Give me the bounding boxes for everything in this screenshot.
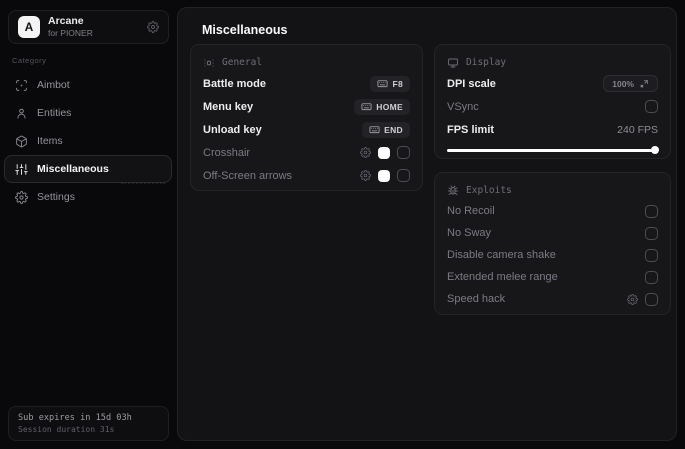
slider-track[interactable] bbox=[447, 148, 658, 152]
no-sway-label: No Sway bbox=[447, 227, 492, 239]
session-duration-text: Session duration 31s bbox=[18, 425, 115, 434]
fps-limit-value: 240 FPS bbox=[617, 123, 658, 136]
disable-camera-shake-checkbox[interactable] bbox=[645, 248, 658, 262]
unload-keybind[interactable]: END bbox=[362, 121, 410, 138]
offscreen-arrows-row: Off-Screen arrows bbox=[203, 164, 410, 187]
vsync-label: VSync bbox=[447, 100, 479, 113]
crosshair-checkbox[interactable] bbox=[397, 146, 410, 159]
sidebar: A Arcane for PIONER Category Aimbot Enti… bbox=[0, 0, 177, 449]
no-recoil-label: No Recoil bbox=[447, 205, 495, 217]
speed-hack-checkbox[interactable] bbox=[645, 292, 658, 306]
entities-icon bbox=[15, 107, 28, 120]
no-recoil-row: No Recoil bbox=[447, 200, 658, 222]
offscreen-checkbox[interactable] bbox=[397, 169, 410, 182]
fps-limit-label: FPS limit bbox=[447, 123, 495, 136]
crosshair-color-swatch[interactable] bbox=[378, 146, 390, 159]
dpi-scale-select[interactable]: 100% bbox=[603, 75, 658, 92]
keyboard-icon bbox=[377, 80, 388, 88]
main-panel: Miscellaneous General Battle mode F8 Men… bbox=[177, 7, 677, 441]
battle-mode-row: Battle mode F8 bbox=[203, 72, 410, 95]
general-card: General Battle mode F8 Menu key HOME Unl… bbox=[190, 44, 423, 191]
offscreen-color-swatch[interactable] bbox=[378, 169, 390, 182]
battle-mode-label: Battle mode bbox=[203, 77, 266, 90]
unload-key-label: Unload key bbox=[203, 123, 262, 136]
page-title: Miscellaneous bbox=[202, 23, 288, 37]
category-label: Category bbox=[12, 56, 47, 65]
no-sway-row: No Sway bbox=[447, 222, 658, 244]
crosshair-row: Crosshair bbox=[203, 141, 410, 164]
extended-melee-range-row: Extended melee range bbox=[447, 266, 658, 288]
dpi-scale-row: DPI scale 100% bbox=[447, 72, 658, 95]
sub-expires-text: Sub expires in 15d 03h bbox=[18, 413, 132, 423]
slider-knob[interactable] bbox=[651, 146, 659, 154]
vsync-checkbox[interactable] bbox=[645, 100, 658, 113]
sidebar-nav: Aimbot Entities Items Miscellaneous Sett… bbox=[4, 71, 172, 211]
monitor-icon bbox=[447, 57, 459, 69]
sidebar-item-label: Settings bbox=[37, 191, 75, 203]
extended-melee-range-checkbox[interactable] bbox=[645, 270, 658, 284]
general-grid-icon bbox=[203, 57, 215, 69]
no-sway-checkbox[interactable] bbox=[645, 226, 658, 240]
sliders-icon bbox=[15, 163, 28, 176]
menu-keybind[interactable]: HOME bbox=[354, 98, 410, 115]
keyboard-icon bbox=[369, 126, 380, 134]
sidebar-item-aimbot[interactable]: Aimbot bbox=[4, 71, 172, 99]
exploits-header-label: Exploits bbox=[466, 185, 512, 196]
app-header-card: A Arcane for PIONER bbox=[8, 10, 169, 44]
items-package-icon bbox=[15, 135, 28, 148]
general-header-label: General bbox=[222, 57, 263, 68]
app-logo: A bbox=[18, 16, 40, 38]
keyboard-icon bbox=[361, 103, 372, 111]
fps-limit-row: FPS limit 240 FPS bbox=[447, 118, 658, 141]
unload-key-row: Unload key END bbox=[203, 118, 410, 141]
battle-mode-keybind[interactable]: F8 bbox=[370, 75, 410, 92]
sidebar-item-label: Aimbot bbox=[37, 79, 70, 91]
sidebar-item-items[interactable]: Items bbox=[4, 127, 172, 155]
offscreen-settings-gear-icon[interactable] bbox=[360, 170, 371, 181]
sidebar-item-settings[interactable]: Settings bbox=[4, 183, 172, 211]
crosshair-label: Crosshair bbox=[203, 146, 251, 159]
speed-hack-label: Speed hack bbox=[447, 293, 506, 305]
sidebar-item-label: Miscellaneous bbox=[37, 163, 109, 175]
sidebar-item-label: Items bbox=[37, 135, 63, 147]
scaling-icon bbox=[640, 79, 648, 87]
aimbot-scan-icon bbox=[15, 79, 28, 92]
disable-camera-shake-label: Disable camera shake bbox=[447, 249, 556, 261]
app-title: Arcane bbox=[48, 15, 84, 28]
bug-icon bbox=[447, 185, 459, 197]
exploits-card: Exploits No Recoil No Sway Disable camer… bbox=[434, 172, 671, 315]
sidebar-item-miscellaneous[interactable]: Miscellaneous bbox=[4, 155, 172, 184]
sidebar-item-entities[interactable]: Entities bbox=[4, 99, 172, 127]
crosshair-settings-gear-icon[interactable] bbox=[360, 147, 371, 158]
extended-melee-range-label: Extended melee range bbox=[447, 271, 558, 283]
no-recoil-checkbox[interactable] bbox=[645, 204, 658, 218]
subscription-card: Sub expires in 15d 03h Session duration … bbox=[8, 406, 169, 441]
display-card: Display DPI scale 100% VSync FPS limit 2… bbox=[434, 44, 671, 159]
offscreen-arrows-label: Off-Screen arrows bbox=[203, 169, 293, 182]
vsync-row: VSync bbox=[447, 95, 658, 118]
disable-camera-shake-row: Disable camera shake bbox=[447, 244, 658, 266]
fps-limit-slider[interactable] bbox=[447, 146, 659, 154]
menu-key-label: Menu key bbox=[203, 100, 254, 113]
menu-key-row: Menu key HOME bbox=[203, 95, 410, 118]
speed-hack-settings-gear-icon[interactable] bbox=[627, 293, 638, 305]
gear-icon bbox=[15, 190, 28, 204]
app-subtitle: for PIONER bbox=[48, 28, 93, 39]
display-header-label: Display bbox=[466, 57, 507, 68]
sidebar-item-label: Entities bbox=[37, 107, 72, 119]
speed-hack-row: Speed hack bbox=[447, 288, 658, 310]
header-gear-icon[interactable] bbox=[147, 21, 159, 33]
dpi-scale-label: DPI scale bbox=[447, 77, 496, 90]
